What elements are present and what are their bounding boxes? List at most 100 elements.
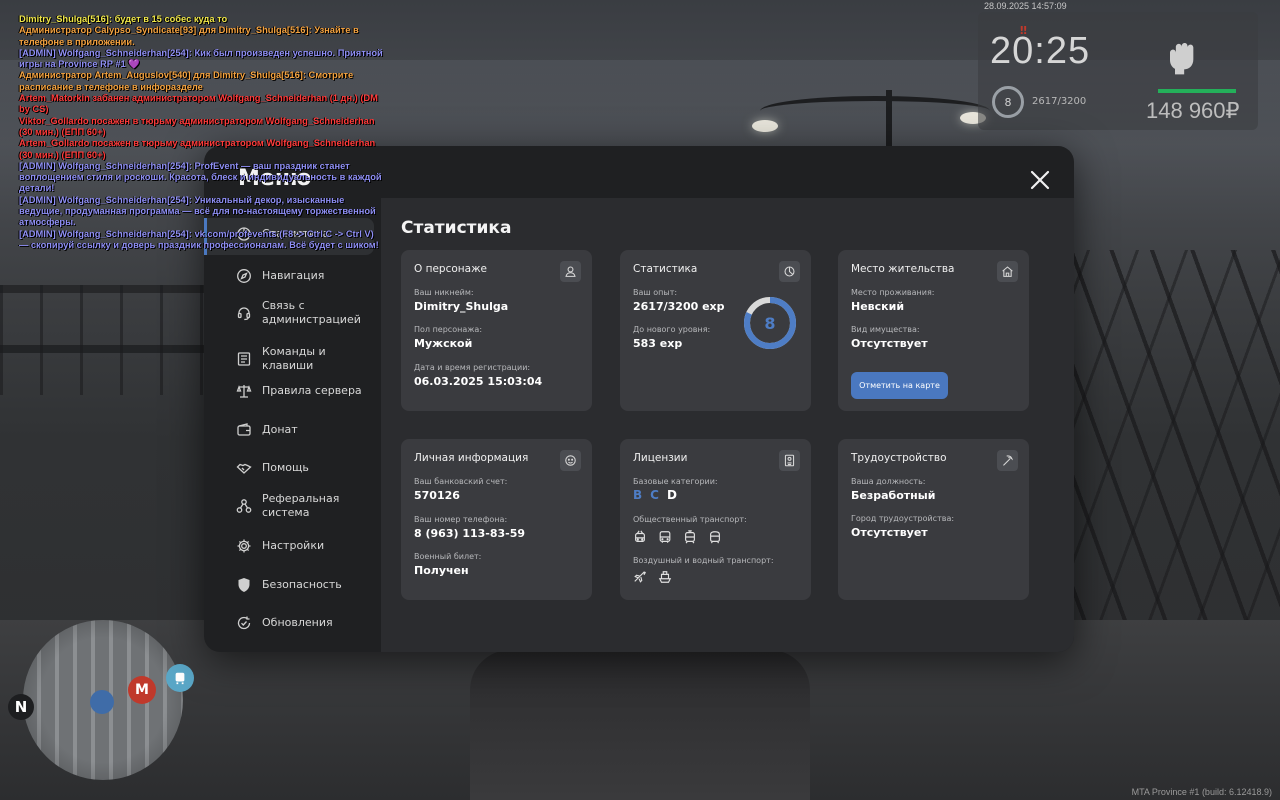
sidebar-item-navigation[interactable]: Навигация xyxy=(236,268,376,284)
sidebar-item-label: Связь с администрацией xyxy=(262,299,361,326)
sidebar-item-security[interactable]: Безопасность xyxy=(236,577,376,593)
user-icon xyxy=(560,261,581,282)
bridge-right xyxy=(1060,250,1280,670)
card-title: Трудоустройство xyxy=(851,452,947,464)
military-label: Военный билет: xyxy=(414,552,482,561)
minimap-bus-icon xyxy=(166,664,194,692)
home-icon xyxy=(997,261,1018,282)
sidebar-item-donate[interactable]: Донат xyxy=(236,422,376,438)
player-character xyxy=(470,650,810,800)
sidebar-item-admin-contact[interactable]: Связь с администрацией xyxy=(236,299,376,327)
scales-icon xyxy=(236,383,252,399)
chat-line: [ADMIN] Wolfgang_Schneiderhan[254]: vk.c… xyxy=(19,228,379,250)
bank-account-value: 570126 xyxy=(414,489,460,502)
minimap-north-icon: N xyxy=(8,694,34,720)
minimap-metro-icon: M xyxy=(128,676,156,704)
chat-line: Viktor_Gollardo посажен в тюрьму админис… xyxy=(19,115,375,137)
content-title: Статистика xyxy=(401,218,512,238)
gender-value: Мужской xyxy=(414,337,473,350)
sidebar-item-commands[interactable]: Команды и клавиши xyxy=(236,345,376,373)
sidebar-item-label: Обновления xyxy=(262,616,333,629)
chat-line: Администратор Artem_Auguslov[540] для Di… xyxy=(19,70,354,92)
card-statistics: Статистика Ваш опыт: 2617/3200 exp До но… xyxy=(620,250,811,411)
chat-line: Dimitry_Shulga[516]: будет в 15 собес ку… xyxy=(19,14,228,24)
gender-label: Пол персонажа: xyxy=(414,325,483,334)
card-title: Статистика xyxy=(633,263,698,275)
card-employment: Трудоустройство Ваша должность: Безработ… xyxy=(838,439,1029,600)
sidebar-item-settings[interactable]: Настройки xyxy=(236,538,376,554)
exp-label: Ваш опыт: xyxy=(633,288,678,297)
street-lamp-left xyxy=(752,120,778,132)
pickaxe-icon xyxy=(997,450,1018,471)
smile-icon xyxy=(560,450,581,471)
card-character: О персонаже Ваш никнейм: Dimitry_Shulga … xyxy=(401,250,592,411)
chat-line: [ADMIN] Wolfgang_Schneiderhan[254]: Кик … xyxy=(19,47,383,70)
chat-line: Artem_Gollardo посажен в тюрьму админист… xyxy=(19,138,376,160)
pie-chart-icon xyxy=(779,261,800,282)
bank-account-label: Ваш банковский счет: xyxy=(414,477,508,486)
street-lamp-arm xyxy=(760,96,990,126)
license-category-d: D xyxy=(666,488,677,502)
property-value: Отсутствует xyxy=(851,337,928,350)
chat-log: Dimitry_Shulga[516]: будет в 15 собес ку… xyxy=(19,14,384,251)
exp-value: 2617/3200 exp xyxy=(633,300,725,313)
sidebar-item-rules[interactable]: Правила сервера xyxy=(236,383,376,399)
license-categories: B C D xyxy=(633,488,677,502)
sidebar-item-label: Правила сервера xyxy=(262,384,362,397)
menu-content: Статистика О персонаже Ваш никнейм: Dimi… xyxy=(381,198,1074,652)
hud-level-ring: 8 xyxy=(992,86,1024,118)
sidebar-item-label: Донат xyxy=(262,423,298,436)
registration-label: Дата и время регистрации: xyxy=(414,363,531,372)
job-city-label: Город трудоустройства: xyxy=(851,514,955,523)
hud-datetime: 28.09.2025 14:57:09 xyxy=(984,1,1067,11)
sidebar-item-label: Помощь xyxy=(262,461,309,474)
handshake-icon xyxy=(236,460,252,476)
chat-line: Artem_Matorkin забанен администратором W… xyxy=(19,93,378,115)
next-level-value: 583 exp xyxy=(633,337,683,350)
sidebar-item-label: Команды и клавиши xyxy=(262,345,326,372)
sidebar-item-label: Реферальная система xyxy=(262,492,340,519)
headset-icon xyxy=(236,305,252,321)
fist-icon xyxy=(1160,36,1200,76)
residence-value: Невский xyxy=(851,300,905,313)
registration-value: 06.03.2025 15:03:04 xyxy=(414,375,543,388)
card-personal-info: Личная информация Ваш банковский счет: 5… xyxy=(401,439,592,600)
license-category-c: C xyxy=(650,488,659,502)
plane-icon xyxy=(633,569,647,583)
public-transport-icons xyxy=(633,529,722,544)
chat-line: Администратор Calypso_Syndicate[93] для … xyxy=(19,25,359,47)
nickname-value: Dimitry_Shulga xyxy=(414,300,509,313)
minimap-home-icon xyxy=(90,690,114,714)
hud-money: 148 960₽ xyxy=(1146,98,1240,123)
card-title: Место жительства xyxy=(851,263,955,275)
residence-label: Место проживания: xyxy=(851,288,935,297)
public-transport-label: Общественный транспорт: xyxy=(633,515,747,524)
sidebar-item-label: Настройки xyxy=(262,539,325,552)
tram-icon xyxy=(683,529,697,544)
card-title: О персонаже xyxy=(414,263,488,275)
card-residence: Место жительства Место проживания: Невск… xyxy=(838,250,1029,411)
next-level-label: До нового уровня: xyxy=(633,325,711,334)
health-bar xyxy=(1158,89,1236,93)
sidebar-item-updates[interactable]: Обновления xyxy=(236,615,376,631)
position-label: Ваша должность: xyxy=(851,477,926,486)
sidebar-item-label: Безопасность xyxy=(262,578,342,591)
military-value: Получен xyxy=(414,564,469,577)
phone-value: 8 (963) 113-83-59 xyxy=(414,527,526,540)
gear-icon xyxy=(236,538,252,554)
hud-exp: 2617/3200 xyxy=(1032,96,1087,107)
air-water-transport-label: Воздушный и водный транспорт: xyxy=(633,556,774,565)
list-icon xyxy=(236,351,252,367)
close-icon[interactable] xyxy=(1028,168,1052,192)
sidebar-item-label: Навигация xyxy=(262,269,325,282)
update-icon xyxy=(236,615,252,631)
wallet-icon xyxy=(236,422,252,438)
shield-icon xyxy=(236,577,252,593)
sidebar-item-help[interactable]: Помощь xyxy=(236,460,376,476)
card-licenses: Лицензии Базовые категории: B C D Общест… xyxy=(620,439,811,600)
sidebar-item-referral[interactable]: Реферальная система xyxy=(236,492,376,520)
mark-on-map-button[interactable]: Отметить на карте xyxy=(851,372,948,399)
license-icon xyxy=(779,450,800,471)
card-title: Личная информация xyxy=(414,452,529,464)
base-categories-label: Базовые категории: xyxy=(633,477,718,486)
